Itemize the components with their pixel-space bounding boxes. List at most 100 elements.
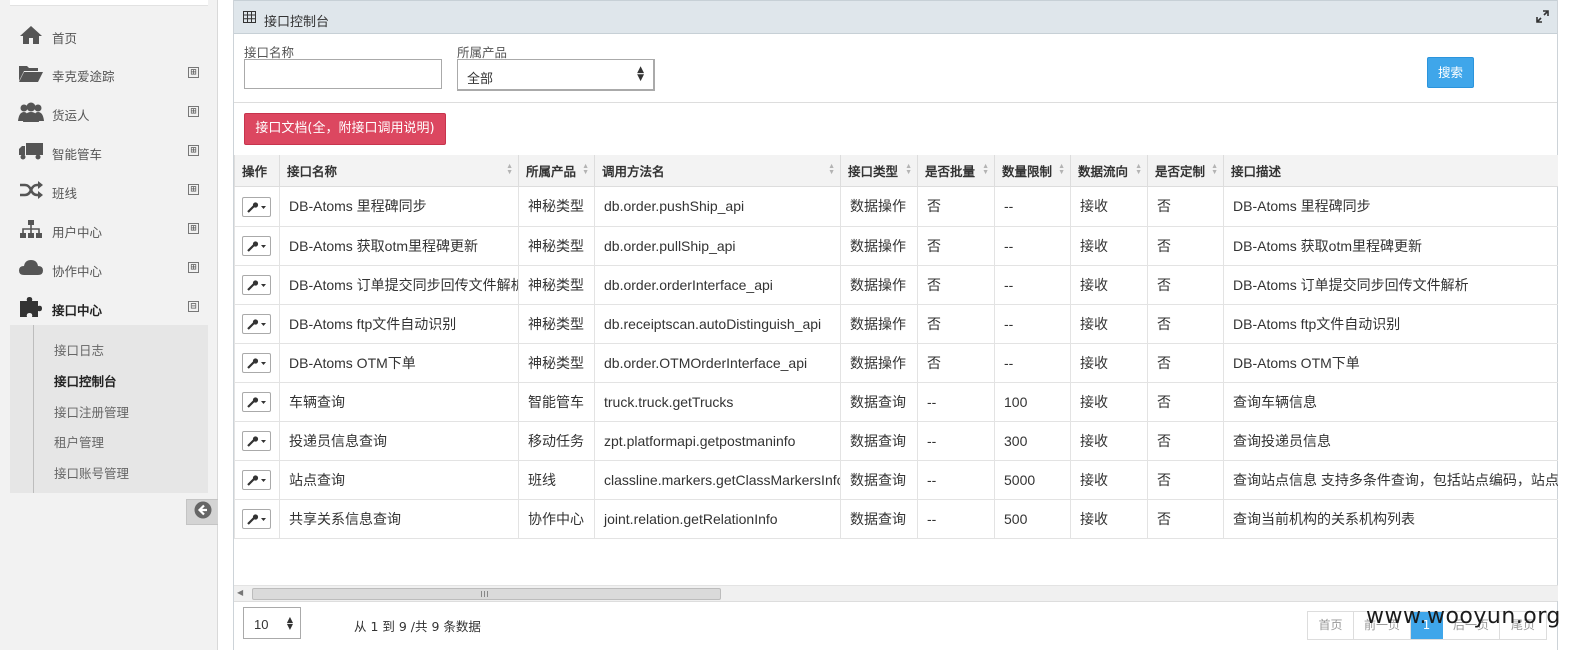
cell-method: db.order.orderInterface_api [594,264,841,305]
sidebar-item-home[interactable]: 首页 [0,16,218,54]
cell-custom: 否 [1147,381,1224,422]
edit-dropdown-button[interactable] [242,236,271,256]
column-header-limit[interactable]: 数量限制 ▲ ▼ [994,155,1071,187]
select-arrows-icon: ▲ ▼ [637,65,644,83]
column-header-type[interactable]: 接口类型 ▲ ▼ [840,155,918,187]
sort-icon: ▲ ▼ [828,163,835,176]
cell-custom: 否 [1147,342,1224,383]
cell-description: DB-Atoms ftp文件自动识别 [1223,303,1558,344]
expand-icon[interactable]: ⊞ [188,262,199,273]
wrench-icon [247,514,266,525]
cell-batch: 否 [917,342,995,383]
cell-batch: 否 [917,303,995,344]
expand-icon[interactable]: ⊞ [188,223,199,234]
wrench-icon [247,201,266,213]
sidebar-item-label: 货运人 [52,108,90,123]
cell-description: 查询投递员信息 [1223,420,1558,461]
column-header-api-name[interactable]: 接口名称 ▲ ▼ [279,155,519,187]
sidebar-item-api-center[interactable]: 接口中心 ⊟ [0,288,218,326]
cell-action [234,498,280,539]
cell-action [234,459,280,500]
search-button[interactable]: 搜索 [1427,57,1474,88]
edit-dropdown-button[interactable] [242,392,271,412]
cell-direction: 接收 [1070,264,1148,305]
expand-icon[interactable]: ⊞ [188,184,199,195]
cell-custom: 否 [1147,225,1224,266]
sidebar-item-user-center[interactable]: 用户中心 ⊞ [0,210,218,248]
record-count-info: 从 1 到 9 /共 9 条数据 [354,619,481,634]
sort-icon: ▲ ▼ [1211,163,1218,176]
submenu-item-tenant-mgmt[interactable]: 租户管理 [54,432,104,451]
expand-arrows-icon[interactable] [1536,10,1549,27]
cell-api-name: DB-Atoms ftp文件自动识别 [279,303,519,344]
edit-dropdown-button[interactable] [242,353,271,373]
api-name-input[interactable] [244,59,442,89]
edit-dropdown-button[interactable] [242,275,271,295]
product-select[interactable]: 全部 ▲ ▼ [457,59,655,91]
submenu-item-api-account[interactable]: 接口账号管理 [54,463,129,482]
sidebar-item-tracking[interactable]: 幸克爱途踪 ⊞ [0,54,218,92]
column-header-method[interactable]: 调用方法名 ▲ ▼ [594,155,841,187]
table-row: DB-Atoms 获取otm里程碑更新 神秘类型 db.order.pullShip… [234,225,1558,266]
sidebar-item-collab-center[interactable]: 协作中心 ⊞ [0,249,218,287]
scrollbar-thumb[interactable] [252,588,721,600]
sidebar-item-smart-vehicle[interactable]: 智能管车 ⊞ [0,132,218,170]
sidebar-item-label: 幸克爱途踪 [52,69,115,84]
column-header-direction[interactable]: 数据流向 ▲ ▼ [1070,155,1148,187]
edit-dropdown-button[interactable] [242,314,271,334]
edit-dropdown-button[interactable] [242,431,271,451]
cell-method: truck.truck.getTrucks [594,381,841,422]
cell-action [234,342,280,383]
page-first-button[interactable]: 首页 [1308,612,1354,639]
cell-direction: 接收 [1070,342,1148,383]
cell-direction: 接收 [1070,420,1148,461]
column-header-product[interactable]: 所属产品 ▲ ▼ [518,155,595,187]
cell-direction: 接收 [1070,185,1148,227]
expand-icon[interactable]: ⊞ [188,106,199,117]
sidebar-item-shipper[interactable]: 货运人 ⊞ [0,93,218,131]
cell-method: db.receiptscan.autoDistinguish_api [594,303,841,344]
submenu-item-api-registry[interactable]: 接口注册管理 [54,402,129,421]
cell-action [234,225,280,266]
expand-icon[interactable]: ⊞ [188,145,199,156]
cell-action [234,185,280,227]
cell-custom: 否 [1147,185,1224,227]
cell-type: 数据操作 [840,225,918,266]
column-header-custom[interactable]: 是否定制 ▲ ▼ [1147,155,1224,187]
collapse-icon[interactable]: ⊟ [188,301,199,312]
wrench-icon [247,319,266,330]
cell-type: 数据查询 [840,381,918,422]
scroll-left-icon[interactable]: ◀ [237,588,243,597]
horizontal-scrollbar[interactable]: ◀ [234,585,1558,601]
sidebar-item-label: 智能管车 [52,147,103,162]
cell-api-name: DB-Atoms 订单提交同步回传文件解析 [279,264,519,305]
cloud-icon [18,256,44,280]
divider [234,102,1557,103]
page-size-select[interactable]: 10 ▲ ▼ [243,607,301,639]
sort-icon: ▲ ▼ [982,163,989,176]
sidebar-item-route[interactable]: 班线 ⊞ [0,171,218,209]
cell-custom: 否 [1147,459,1224,500]
table-row: DB-Atoms 里程碑同步 神秘类型 db.order.pushShip_api 数… [234,185,1558,227]
edit-dropdown-button[interactable] [242,470,271,490]
sidebar-collapse-button[interactable] [186,499,218,525]
api-docs-button[interactable]: 接口文档(全，附接口调用说明) [244,113,446,145]
cell-type: 数据操作 [840,303,918,344]
cell-direction: 接收 [1070,303,1148,344]
cell-method: classline.markers.getClassMarkersInfo [594,459,841,500]
edit-dropdown-button[interactable] [242,509,271,529]
wrench-icon [247,241,266,252]
grip-icon [481,591,490,597]
cell-limit: 5000 [994,459,1071,500]
cell-api-name: DB-Atoms 里程碑同步 [279,185,519,227]
table-row: 站点查询 班线 classline.markers.getClassMarkersI… [234,459,1558,500]
edit-dropdown-button[interactable] [242,196,271,217]
column-header-batch[interactable]: 是否批量 ▲ ▼ [917,155,995,187]
column-header-description[interactable]: 接口描述▲▼ [1223,155,1558,187]
submenu-item-api-console[interactable]: 接口控制台 [54,371,117,390]
submenu-item-api-log[interactable]: 接口日志 [54,340,104,359]
cell-api-name: 投递员信息查询 [279,420,519,461]
cell-batch: -- [917,381,995,422]
expand-icon[interactable]: ⊞ [188,67,199,78]
cell-limit: 500 [994,498,1071,539]
